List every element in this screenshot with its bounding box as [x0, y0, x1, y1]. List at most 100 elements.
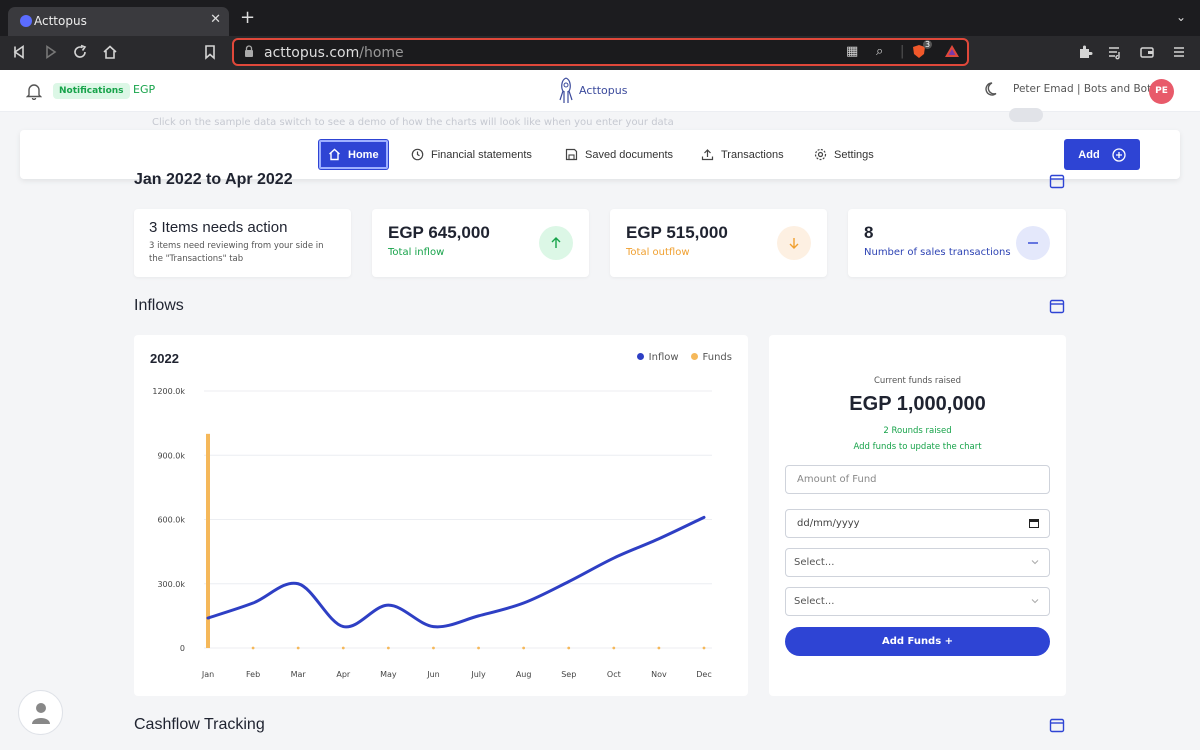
- x-tick-label: Aug: [516, 670, 532, 679]
- funds-bar: [206, 433, 210, 648]
- calendar-icon[interactable]: [1049, 173, 1065, 189]
- home-browser-icon[interactable]: [101, 44, 119, 62]
- person-icon: [31, 702, 50, 724]
- action-card[interactable]: 3 Items needs action 3 items need review…: [134, 209, 351, 277]
- current-funds-amount: EGP 1,000,000: [849, 393, 986, 415]
- inflows-heading: Inflows: [134, 297, 184, 314]
- cashflow-tracking-heading: Cashflow Tracking: [134, 716, 265, 733]
- home-icon: [329, 148, 340, 161]
- zoom-icon[interactable]: ⌕: [876, 44, 883, 59]
- legend-item-funds[interactable]: Funds: [690, 352, 732, 363]
- brave-rewards-icon[interactable]: [944, 44, 960, 62]
- date-range-label: Jan 2022 to Apr 2022: [134, 171, 293, 188]
- logo-text: Acttopus: [579, 84, 628, 97]
- action-card-description: 3 items need reviewing from your side in…: [149, 241, 324, 264]
- select-dropdown-1[interactable]: Select...: [785, 548, 1050, 577]
- dark-mode-moon-icon[interactable]: [985, 81, 1001, 97]
- funds-point: [567, 646, 571, 650]
- save-icon: [565, 148, 578, 161]
- total-inflow-label: Total inflow: [388, 247, 445, 258]
- y-tick-label: 1200.0k: [152, 387, 185, 396]
- tab-list-chevron-icon[interactable]: ⌄: [1176, 10, 1186, 24]
- reload-icon[interactable]: [71, 44, 89, 62]
- tab-saved-documents-label: Saved documents: [585, 148, 674, 161]
- calendar-icon[interactable]: [1049, 298, 1065, 314]
- chevron-down-icon: [1031, 560, 1039, 565]
- tab-transactions[interactable]: Transactions: [691, 139, 794, 170]
- plus-circle-icon: [1112, 147, 1126, 162]
- sample-data-note: Click on the sample data switch to see a…: [152, 117, 674, 128]
- support-chat-button[interactable]: [18, 690, 63, 735]
- bookmark-icon[interactable]: [201, 44, 219, 62]
- clock-icon: [411, 148, 424, 161]
- funds-point: [432, 646, 435, 650]
- browser-tab[interactable]: Acttopus ✕: [8, 7, 229, 36]
- funds-point: [341, 646, 345, 650]
- octopus-logo-icon: [559, 77, 573, 103]
- funds-point: [477, 646, 480, 650]
- y-tick-label: 0: [180, 644, 185, 653]
- x-tick-label: Apr: [336, 670, 351, 679]
- x-tick-label: Sep: [561, 670, 576, 679]
- user-name[interactable]: Peter Emad | Bots and Bots: [1013, 83, 1157, 95]
- tab-financial-statements-label: Financial statements: [431, 148, 532, 161]
- tab-settings-label: Settings: [834, 148, 874, 161]
- new-tab-icon[interactable]: +: [240, 9, 255, 27]
- url-text: acttopus.com/home: [264, 45, 404, 61]
- amount-of-fund-input[interactable]: Amount of Fund: [785, 465, 1050, 494]
- tab-settings[interactable]: Settings: [804, 139, 884, 170]
- y-tick-label: 600.0k: [157, 516, 185, 525]
- tab-financial-statements[interactable]: Financial statements: [401, 139, 542, 170]
- playlist-icon[interactable]: [1106, 44, 1124, 62]
- arrow-up-icon: [539, 226, 573, 260]
- add-button-label: Add: [1078, 148, 1100, 161]
- add-button[interactable]: Add: [1064, 139, 1140, 170]
- tab-home[interactable]: Home: [318, 139, 389, 170]
- browser-toolbar: acttopus.com/home ▦ ⌕ | 3: [0, 36, 1200, 70]
- tab-title: Acttopus: [34, 14, 87, 28]
- funds-point: [612, 646, 616, 650]
- lock-icon: [245, 45, 253, 57]
- fund-date-input[interactable]: dd/mm/yyyy: [785, 509, 1050, 538]
- browser-menu-icon[interactable]: [1170, 44, 1188, 62]
- close-tab-icon[interactable]: ✕: [210, 12, 221, 27]
- funds-card: Current funds raised EGP 1,000,000 2 Rou…: [769, 335, 1066, 696]
- inflow-line: [206, 515, 706, 629]
- minus-icon: [1016, 226, 1050, 260]
- outflow-card: EGP 515,000 Total outflow: [610, 209, 827, 277]
- currency-selector[interactable]: EGP: [133, 83, 155, 96]
- y-tick-label: 300.0k: [157, 580, 185, 589]
- extensions-icon[interactable]: [1076, 44, 1094, 62]
- legend-item-inflow[interactable]: Inflow: [636, 352, 679, 363]
- wallet-icon[interactable]: [1138, 44, 1156, 62]
- total-outflow-value: EGP 515,000: [626, 223, 728, 242]
- sales-count-value: 8: [864, 223, 874, 242]
- forward-icon[interactable]: [41, 44, 59, 62]
- x-tick-label: May: [380, 670, 397, 679]
- sales-card: 8 Number of sales transactions: [848, 209, 1066, 277]
- avatar[interactable]: PE: [1149, 79, 1174, 104]
- add-funds-button[interactable]: Add Funds +: [785, 627, 1050, 656]
- funds-point: [657, 646, 661, 650]
- tab-saved-documents[interactable]: Saved documents: [555, 139, 683, 170]
- app-logo[interactable]: Acttopus: [557, 76, 637, 106]
- inflow-card: EGP 645,000 Total inflow: [372, 209, 589, 277]
- notifications-badge[interactable]: Notifications: [53, 83, 130, 99]
- sample-data-toggle[interactable]: [1009, 108, 1043, 122]
- upload-icon: [701, 149, 714, 161]
- gear-icon: [814, 148, 827, 161]
- address-bar[interactable]: acttopus.com/home ▦ ⌕ | 3: [232, 38, 969, 66]
- inflow-chart-card: 0 300.0k 600.0k 900.0k 1200.0k Jan Feb Mar Apr Ma…: [134, 335, 748, 696]
- calendar-icon[interactable]: [1049, 717, 1065, 733]
- back-icon[interactable]: [11, 44, 29, 62]
- select-dropdown-2[interactable]: Select...: [785, 587, 1050, 616]
- arrow-down-icon: [777, 226, 811, 260]
- x-tick-label: Jun: [426, 670, 440, 679]
- qr-code-icon[interactable]: ▦: [846, 44, 858, 59]
- shield-count-badge: 3: [923, 40, 933, 49]
- bell-icon[interactable]: [26, 82, 42, 100]
- action-card-title: 3 Items needs action: [149, 219, 288, 236]
- brave-shield-icon[interactable]: 3: [912, 40, 933, 63]
- x-tick-label: Jan: [201, 670, 214, 679]
- date-picker-icon[interactable]: [1029, 518, 1039, 528]
